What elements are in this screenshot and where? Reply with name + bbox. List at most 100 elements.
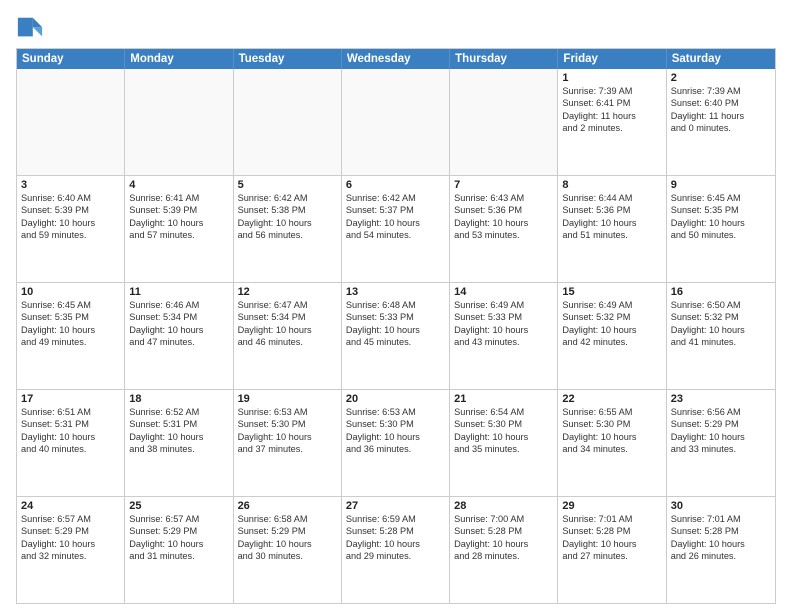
cell-line: Daylight: 10 hours: [671, 431, 771, 443]
cell-line: Daylight: 10 hours: [562, 538, 661, 550]
cell-line: Sunrise: 6:49 AM: [454, 299, 553, 311]
cell-line: and 38 minutes.: [129, 443, 228, 455]
cell-line: Sunset: 5:38 PM: [238, 204, 337, 216]
day-number: 4: [129, 179, 228, 191]
calendar-cell: 19Sunrise: 6:53 AMSunset: 5:30 PMDayligh…: [234, 390, 342, 496]
cell-line: Sunset: 5:30 PM: [346, 418, 445, 430]
cell-line: Sunrise: 6:50 AM: [671, 299, 771, 311]
cell-line: Sunset: 5:29 PM: [21, 525, 120, 537]
cell-line: and 36 minutes.: [346, 443, 445, 455]
cell-line: Sunset: 5:39 PM: [21, 204, 120, 216]
day-number: 24: [21, 500, 120, 512]
cell-line: Sunrise: 6:54 AM: [454, 406, 553, 418]
cell-line: and 37 minutes.: [238, 443, 337, 455]
cell-line: and 27 minutes.: [562, 550, 661, 562]
calendar-body: 1Sunrise: 7:39 AMSunset: 6:41 PMDaylight…: [17, 69, 775, 603]
cell-line: and 0 minutes.: [671, 122, 771, 134]
cell-line: Daylight: 10 hours: [454, 324, 553, 336]
cell-line: Sunset: 5:30 PM: [562, 418, 661, 430]
day-number: 6: [346, 179, 445, 191]
day-number: 20: [346, 393, 445, 405]
cell-line: Sunrise: 6:44 AM: [562, 192, 661, 204]
cell-line: and 42 minutes.: [562, 336, 661, 348]
cell-line: Sunrise: 6:41 AM: [129, 192, 228, 204]
calendar-cell: 24Sunrise: 6:57 AMSunset: 5:29 PMDayligh…: [17, 497, 125, 603]
calendar-cell: 3Sunrise: 6:40 AMSunset: 5:39 PMDaylight…: [17, 176, 125, 282]
calendar-cell: [234, 69, 342, 175]
cell-line: and 26 minutes.: [671, 550, 771, 562]
day-number: 11: [129, 286, 228, 298]
cell-line: Daylight: 11 hours: [671, 110, 771, 122]
calendar-cell: 12Sunrise: 6:47 AMSunset: 5:34 PMDayligh…: [234, 283, 342, 389]
day-number: 3: [21, 179, 120, 191]
calendar: SundayMondayTuesdayWednesdayThursdayFrid…: [16, 48, 776, 604]
cell-line: Sunrise: 6:42 AM: [346, 192, 445, 204]
day-number: 19: [238, 393, 337, 405]
cell-line: Sunset: 5:33 PM: [346, 311, 445, 323]
day-number: 29: [562, 500, 661, 512]
calendar-cell: 29Sunrise: 7:01 AMSunset: 5:28 PMDayligh…: [558, 497, 666, 603]
cell-line: Daylight: 10 hours: [671, 538, 771, 550]
cell-line: and 31 minutes.: [129, 550, 228, 562]
cell-line: Daylight: 10 hours: [346, 538, 445, 550]
header: [16, 10, 776, 42]
cell-line: Sunrise: 6:57 AM: [129, 513, 228, 525]
cell-line: Sunset: 5:29 PM: [671, 418, 771, 430]
cell-line: Daylight: 10 hours: [238, 324, 337, 336]
logo-icon: [16, 14, 44, 42]
cell-line: Sunrise: 6:59 AM: [346, 513, 445, 525]
calendar-row: 17Sunrise: 6:51 AMSunset: 5:31 PMDayligh…: [17, 390, 775, 497]
cell-line: Sunset: 5:30 PM: [454, 418, 553, 430]
cell-line: Sunset: 5:28 PM: [454, 525, 553, 537]
cell-line: Sunrise: 6:45 AM: [671, 192, 771, 204]
cell-line: Daylight: 10 hours: [454, 217, 553, 229]
day-number: 18: [129, 393, 228, 405]
cell-line: and 30 minutes.: [238, 550, 337, 562]
day-number: 16: [671, 286, 771, 298]
calendar-cell: 4Sunrise: 6:41 AMSunset: 5:39 PMDaylight…: [125, 176, 233, 282]
cell-line: Daylight: 10 hours: [238, 431, 337, 443]
cell-line: Sunrise: 7:01 AM: [671, 513, 771, 525]
calendar-cell: 16Sunrise: 6:50 AMSunset: 5:32 PMDayligh…: [667, 283, 775, 389]
cell-line: and 2 minutes.: [562, 122, 661, 134]
cell-line: and 41 minutes.: [671, 336, 771, 348]
cell-line: Daylight: 10 hours: [562, 431, 661, 443]
cell-line: and 35 minutes.: [454, 443, 553, 455]
cell-line: Sunrise: 7:39 AM: [671, 85, 771, 97]
day-number: 25: [129, 500, 228, 512]
cell-line: Sunrise: 6:56 AM: [671, 406, 771, 418]
cell-line: Daylight: 10 hours: [129, 431, 228, 443]
cell-line: Sunset: 6:41 PM: [562, 97, 661, 109]
cell-line: Daylight: 10 hours: [562, 324, 661, 336]
cell-line: and 47 minutes.: [129, 336, 228, 348]
calendar-cell: 14Sunrise: 6:49 AMSunset: 5:33 PMDayligh…: [450, 283, 558, 389]
calendar-cell: 10Sunrise: 6:45 AMSunset: 5:35 PMDayligh…: [17, 283, 125, 389]
cell-line: Sunset: 5:31 PM: [21, 418, 120, 430]
day-number: 30: [671, 500, 771, 512]
cell-line: Sunset: 5:39 PM: [129, 204, 228, 216]
cell-line: and 46 minutes.: [238, 336, 337, 348]
cell-line: Sunrise: 7:01 AM: [562, 513, 661, 525]
cell-line: Sunset: 5:37 PM: [346, 204, 445, 216]
cell-line: Sunset: 5:28 PM: [562, 525, 661, 537]
cell-line: Sunrise: 6:47 AM: [238, 299, 337, 311]
day-number: 17: [21, 393, 120, 405]
cell-line: Daylight: 10 hours: [129, 217, 228, 229]
cell-line: Sunset: 5:34 PM: [129, 311, 228, 323]
cell-line: Sunrise: 6:42 AM: [238, 192, 337, 204]
cell-line: Sunset: 6:40 PM: [671, 97, 771, 109]
calendar-cell: 9Sunrise: 6:45 AMSunset: 5:35 PMDaylight…: [667, 176, 775, 282]
cell-line: Daylight: 10 hours: [238, 217, 337, 229]
day-number: 22: [562, 393, 661, 405]
calendar-row: 3Sunrise: 6:40 AMSunset: 5:39 PMDaylight…: [17, 176, 775, 283]
cell-line: Daylight: 10 hours: [21, 324, 120, 336]
calendar-cell: 13Sunrise: 6:48 AMSunset: 5:33 PMDayligh…: [342, 283, 450, 389]
cell-line: Daylight: 10 hours: [671, 324, 771, 336]
day-number: 13: [346, 286, 445, 298]
cell-line: Sunset: 5:30 PM: [238, 418, 337, 430]
calendar-cell: 15Sunrise: 6:49 AMSunset: 5:32 PMDayligh…: [558, 283, 666, 389]
cell-line: Daylight: 10 hours: [346, 217, 445, 229]
calendar-cell: 27Sunrise: 6:59 AMSunset: 5:28 PMDayligh…: [342, 497, 450, 603]
cell-line: and 29 minutes.: [346, 550, 445, 562]
calendar-cell: 17Sunrise: 6:51 AMSunset: 5:31 PMDayligh…: [17, 390, 125, 496]
